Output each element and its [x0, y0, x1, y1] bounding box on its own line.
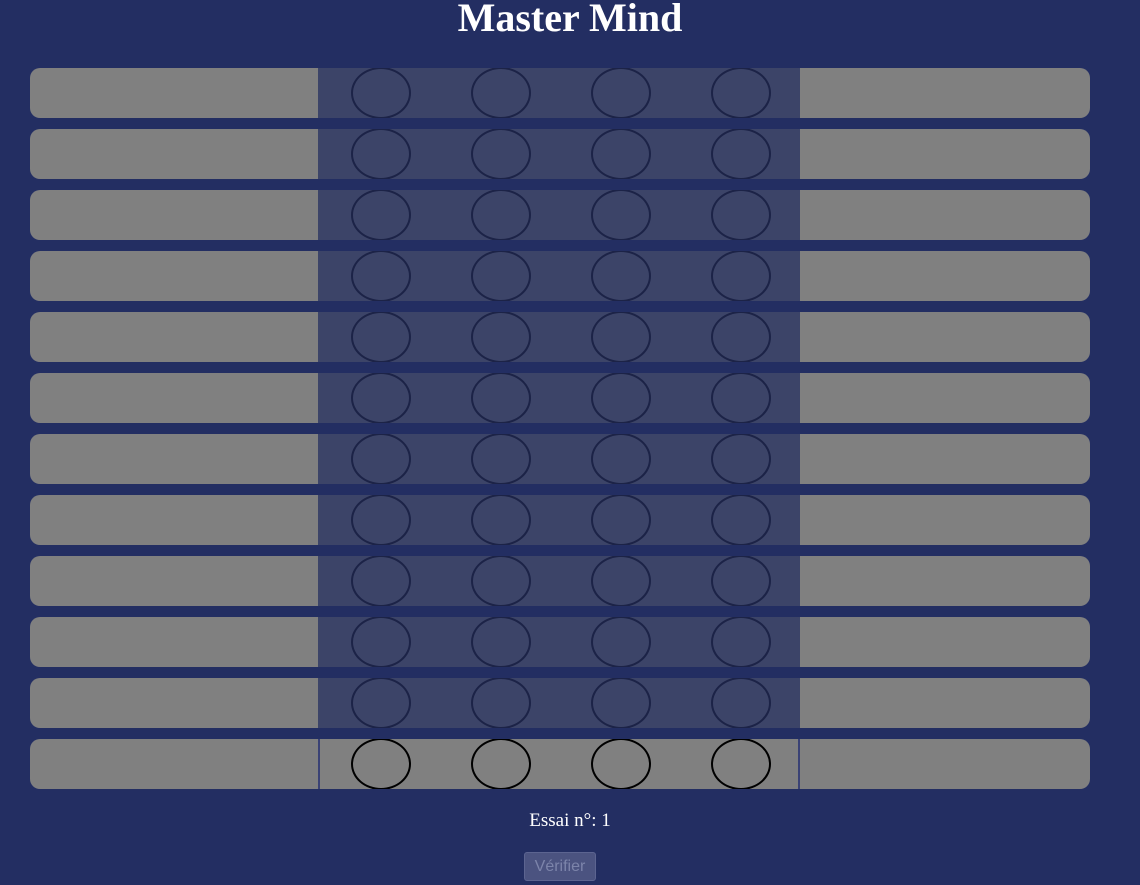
peg-slot [351, 312, 411, 362]
peg-slot [351, 617, 411, 667]
game-board [30, 68, 1090, 800]
peg-holder [318, 129, 800, 179]
peg-slot [711, 312, 771, 362]
peg-slot [471, 312, 531, 362]
peg-holder [318, 556, 800, 606]
peg-slot [591, 373, 651, 423]
peg-slot [351, 556, 411, 606]
peg-slot [471, 129, 531, 179]
peg-slot [711, 556, 771, 606]
peg-slot [471, 251, 531, 301]
peg-slot [591, 190, 651, 240]
peg-slot [711, 129, 771, 179]
peg-holder [318, 312, 800, 362]
guess-row [30, 251, 1090, 301]
peg-slot [711, 495, 771, 545]
verify-button[interactable]: Vérifier [524, 852, 596, 881]
guess-row [30, 68, 1090, 118]
peg-slot[interactable] [471, 739, 531, 789]
peg-slot [351, 373, 411, 423]
peg-slot [471, 556, 531, 606]
guess-row [30, 434, 1090, 484]
guess-row [30, 495, 1090, 545]
peg-slot [471, 495, 531, 545]
peg-slot [711, 678, 771, 728]
peg-slot [711, 434, 771, 484]
peg-slot [471, 68, 531, 118]
peg-slot [471, 373, 531, 423]
guess-row [30, 190, 1090, 240]
peg-slot [591, 312, 651, 362]
peg-slot [591, 556, 651, 606]
peg-slot [351, 434, 411, 484]
peg-slot [471, 190, 531, 240]
peg-holder [318, 190, 800, 240]
peg-slot [351, 251, 411, 301]
guess-row [30, 373, 1090, 423]
peg-slot [711, 251, 771, 301]
guess-row [30, 617, 1090, 667]
guess-row [30, 129, 1090, 179]
peg-slot [591, 678, 651, 728]
peg-slot [471, 678, 531, 728]
peg-holder [318, 617, 800, 667]
peg-slot [351, 190, 411, 240]
guess-row [30, 312, 1090, 362]
peg-slot [351, 129, 411, 179]
peg-slot [591, 617, 651, 667]
peg-slot[interactable] [351, 739, 411, 789]
peg-slot [591, 495, 651, 545]
peg-holder [318, 495, 800, 545]
peg-slot [591, 129, 651, 179]
guess-row [30, 678, 1090, 728]
peg-holder [318, 434, 800, 484]
peg-slot [711, 68, 771, 118]
peg-holder [318, 251, 800, 301]
peg-slot [471, 617, 531, 667]
peg-slot [711, 190, 771, 240]
peg-holder [318, 68, 800, 118]
peg-slot [591, 251, 651, 301]
attempt-counter: Essai n°: 1 [529, 810, 611, 831]
peg-slot[interactable] [711, 739, 771, 789]
guess-row [30, 556, 1090, 606]
peg-slot [711, 373, 771, 423]
peg-slot [351, 678, 411, 728]
peg-holder [318, 373, 800, 423]
peg-slot [351, 68, 411, 118]
peg-holder [318, 678, 800, 728]
peg-slot [471, 434, 531, 484]
peg-slot[interactable] [591, 739, 651, 789]
peg-slot [711, 617, 771, 667]
peg-slot [591, 68, 651, 118]
peg-slot [351, 495, 411, 545]
peg-holder [318, 739, 800, 789]
peg-slot [591, 434, 651, 484]
guess-row-active [30, 739, 1090, 789]
page-title: Master Mind [457, 0, 683, 40]
